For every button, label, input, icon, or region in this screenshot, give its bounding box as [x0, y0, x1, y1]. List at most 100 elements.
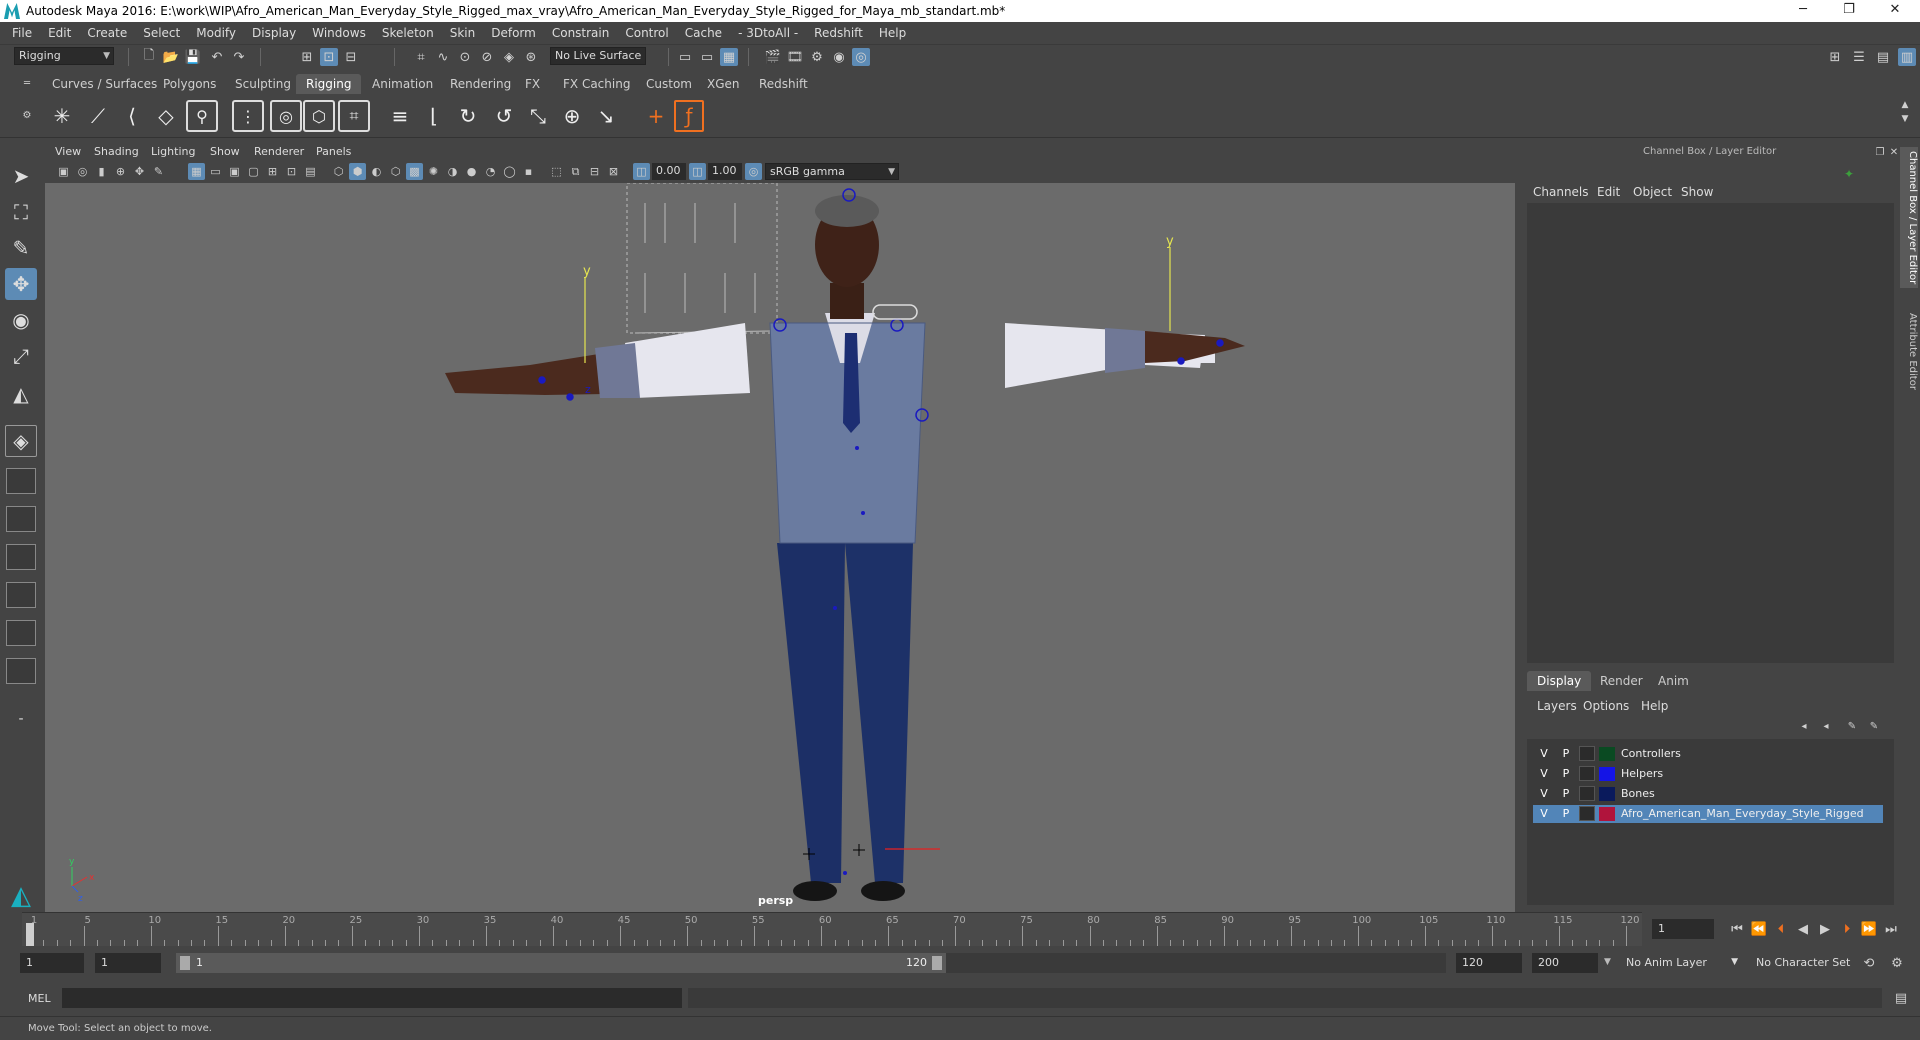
step-back-frame-icon[interactable]: ⏴	[1772, 920, 1790, 938]
layout-single-perspective-icon[interactable]	[6, 544, 36, 570]
field-chart-icon[interactable]: ⊞	[264, 163, 281, 180]
modeling-toolkit-icon[interactable]: ⊞	[1826, 48, 1844, 66]
side-tab-attribute-editor[interactable]: Attribute Editor	[1900, 309, 1918, 394]
menu-deform[interactable]: Deform	[483, 26, 544, 40]
point-constraint-icon[interactable]: ↻	[452, 100, 484, 132]
screen-space-ao-icon[interactable]: ●	[463, 163, 480, 180]
bind-skin-icon[interactable]: ⋮	[232, 100, 264, 132]
save-scene-icon[interactable]: 💾	[184, 48, 202, 66]
layer-color-swatch[interactable]	[1599, 787, 1615, 801]
color-management-icon[interactable]: ◎	[745, 163, 762, 180]
layer-playback-toggle[interactable]: P	[1557, 805, 1575, 822]
layer-visibility-toggle[interactable]: V	[1535, 745, 1553, 762]
move-layer-down-icon[interactable]: ◂	[1817, 717, 1835, 735]
tab-layer-anim[interactable]: Anim	[1648, 671, 1699, 691]
show-manipulator-icon[interactable]: ◈	[5, 425, 37, 457]
isolate-select-icon[interactable]: ⬚	[548, 163, 565, 180]
output-ops-icon[interactable]: ▭	[698, 48, 716, 66]
current-frame-field[interactable]: 1	[1652, 919, 1714, 939]
menu-modify[interactable]: Modify	[188, 26, 244, 40]
menu-control[interactable]: Control	[617, 26, 676, 40]
motion-blur-icon[interactable]: ◔	[482, 163, 499, 180]
render-frame-icon[interactable]: 🎬	[764, 48, 782, 66]
menu-help[interactable]: Help	[871, 26, 914, 40]
lasso-tool-icon[interactable]: ⛶	[5, 196, 37, 228]
layer-row-controllers[interactable]: V P Controllers	[1533, 745, 1883, 763]
snap-point-icon[interactable]: ⊙	[456, 48, 474, 66]
input-ops-icon[interactable]: ▭	[676, 48, 694, 66]
pole-vector-icon[interactable]: ↘	[590, 100, 622, 132]
tab-layer-render[interactable]: Render	[1590, 671, 1653, 691]
cb-menu-show[interactable]: Show	[1681, 185, 1713, 199]
step-forward-frame-icon[interactable]: ⏵	[1838, 920, 1856, 938]
tab-custom[interactable]: Custom	[636, 74, 702, 94]
cb-menu-edit[interactable]: Edit	[1597, 185, 1620, 199]
camera-select-icon[interactable]: ▣	[55, 163, 72, 180]
menu-windows[interactable]: Windows	[304, 26, 374, 40]
script-language-label[interactable]: MEL	[28, 992, 51, 1005]
aim-constraint-icon[interactable]: ⊕	[556, 100, 588, 132]
playback-end-field[interactable]: 120	[1456, 953, 1522, 973]
use-all-lights-icon[interactable]: ✺	[425, 163, 442, 180]
cb-menu-channels[interactable]: Channels	[1533, 185, 1589, 199]
paint-weights-icon[interactable]: ≡	[384, 100, 416, 132]
joint-tool-icon[interactable]: ✳	[46, 100, 78, 132]
menu-redshift[interactable]: Redshift	[806, 26, 871, 40]
layout-four-view-icon[interactable]	[6, 468, 36, 494]
anti-aliasing-icon[interactable]: ◯	[501, 163, 518, 180]
ik-handle-icon[interactable]: ⟋	[82, 100, 114, 132]
menu-cache[interactable]: Cache	[677, 26, 730, 40]
tab-fx[interactable]: FX	[515, 74, 550, 94]
cluster-icon[interactable]: ⌗	[338, 100, 370, 132]
film-gate-icon[interactable]: ▭	[207, 163, 224, 180]
render-view-icon[interactable]: ◎	[852, 48, 870, 66]
menu-constrain[interactable]: Constrain	[544, 26, 618, 40]
hypershade-icon[interactable]: ◉	[830, 48, 848, 66]
menu-edit[interactable]: Edit	[40, 26, 79, 40]
undo-icon[interactable]: ↶	[208, 48, 226, 66]
new-scene-icon[interactable]: 🗋	[140, 48, 158, 66]
layer-playback-toggle[interactable]: P	[1557, 785, 1575, 802]
snap-grid-icon[interactable]: ⌗	[412, 48, 430, 66]
layer-playback-toggle[interactable]: P	[1557, 765, 1575, 782]
layer-visibility-toggle[interactable]: V	[1535, 805, 1553, 822]
textured-icon[interactable]: ▩	[406, 163, 423, 180]
vp-menu-shading[interactable]: Shading	[94, 145, 139, 158]
tab-polygons[interactable]: Polygons	[153, 74, 226, 94]
tab-xgen[interactable]: XGen	[697, 74, 750, 94]
xray-icon[interactable]: ⧉	[567, 163, 584, 180]
range-start-handle[interactable]	[180, 956, 190, 970]
layer-display-type[interactable]	[1579, 746, 1595, 761]
menu-create[interactable]: Create	[79, 26, 135, 40]
select-component-icon[interactable]: ⊟	[342, 48, 360, 66]
go-to-start-icon[interactable]: ⏮	[1728, 920, 1746, 938]
move-tool-icon[interactable]: ✥	[5, 268, 37, 300]
tab-redshift[interactable]: Redshift	[749, 74, 818, 94]
play-backwards-icon[interactable]: ◀	[1794, 920, 1812, 938]
safe-action-icon[interactable]: ⊡	[283, 163, 300, 180]
locator-icon[interactable]: +	[640, 100, 672, 132]
step-forward-key-icon[interactable]: ⏩	[1860, 920, 1878, 938]
bookmark-icon[interactable]: ▮	[93, 163, 110, 180]
snap-curve-icon[interactable]: ∿	[434, 48, 452, 66]
layout-stacked-icon[interactable]	[6, 582, 36, 608]
script-editor-icon[interactable]: ▤	[1892, 989, 1910, 1007]
grease-pencil-icon[interactable]: ✎	[150, 163, 167, 180]
2d-pan-icon[interactable]: ✥	[131, 163, 148, 180]
grid-icon[interactable]: ▦	[188, 163, 205, 180]
layout-graph-icon[interactable]	[6, 658, 36, 684]
menu-skeleton[interactable]: Skeleton	[374, 26, 442, 40]
new-layer-selected-icon[interactable]: ✎	[1865, 717, 1883, 735]
gamma-icon[interactable]: ◫	[689, 163, 706, 180]
tab-fx-caching[interactable]: FX Caching	[553, 74, 640, 94]
snap-view-icon[interactable]: ⊘	[478, 48, 496, 66]
close-button[interactable]: ✕	[1872, 0, 1918, 22]
tab-layer-display[interactable]: Display	[1527, 671, 1592, 691]
channel-box-toggle-icon[interactable]: ▥	[1898, 48, 1916, 66]
color-space-dropdown[interactable]: sRGB gamma ▼	[765, 163, 899, 180]
shelf-menu-icon[interactable]: ═	[18, 74, 36, 92]
tool-settings-icon[interactable]: ▤	[1874, 48, 1892, 66]
wireframe-icon[interactable]: ⬡	[330, 163, 347, 180]
tab-sculpting[interactable]: Sculpting	[225, 74, 301, 94]
move-layer-up-icon[interactable]: ◂	[1795, 717, 1813, 735]
